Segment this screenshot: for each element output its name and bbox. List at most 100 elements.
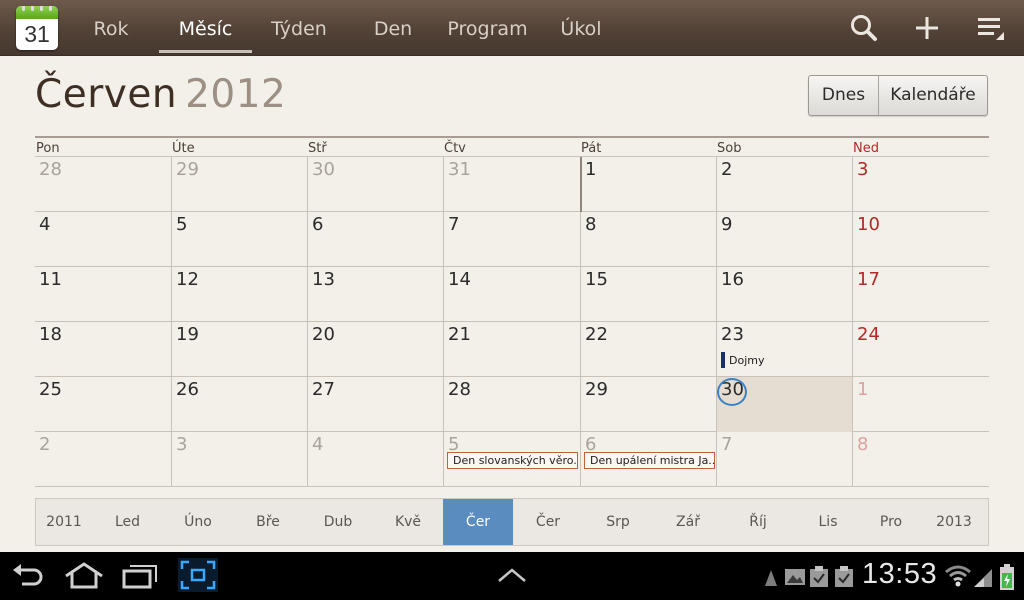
day-cell[interactable]: 17	[852, 267, 989, 322]
day-cell[interactable]: 9	[716, 212, 852, 267]
day-cell[interactable]: 19	[171, 322, 307, 377]
day-cell[interactable]: 6 Den upálení mistra Ja..	[580, 432, 716, 487]
day-cell[interactable]: 29	[580, 377, 716, 432]
month-strip-item[interactable]: 2011	[36, 499, 92, 545]
day-cell[interactable]: 5 Den slovanských věro..	[443, 432, 580, 487]
battery-icon[interactable]	[999, 563, 1015, 591]
day-cell[interactable]: 16	[716, 267, 852, 322]
day-number: 22	[585, 324, 608, 345]
month-strip-item[interactable]: Bře	[233, 499, 303, 545]
menu-icon[interactable]	[974, 12, 1006, 44]
day-cell[interactable]: 3	[852, 157, 989, 212]
day-cell[interactable]: 28	[35, 157, 171, 212]
day-cell[interactable]: 18	[35, 322, 171, 377]
month-strip-item[interactable]: Pro	[863, 499, 919, 545]
day-cell[interactable]: 5	[171, 212, 307, 267]
day-number: 14	[448, 269, 471, 290]
day-cell[interactable]: 28	[443, 377, 580, 432]
day-cell[interactable]: 15	[580, 267, 716, 322]
day-cell[interactable]: 25	[35, 377, 171, 432]
page-title: Červen 2012	[35, 72, 286, 117]
day-cell[interactable]: 30	[307, 157, 443, 212]
day-cell[interactable]: 11	[35, 267, 171, 322]
day-number: 15	[585, 269, 608, 290]
day-number: 4	[312, 434, 324, 455]
calendar-app-icon[interactable]: 31	[16, 6, 58, 50]
day-cell[interactable]: 29	[171, 157, 307, 212]
month-strip-item[interactable]: 2013	[919, 499, 989, 545]
month-strip-item[interactable]: Led	[92, 499, 163, 545]
day-cell[interactable]: 10	[852, 212, 989, 267]
day-number: 12	[176, 269, 199, 290]
day-cell[interactable]: 1	[580, 157, 716, 212]
screenshot-icon[interactable]	[178, 558, 218, 592]
holiday-event[interactable]: Den slovanských věro..	[447, 452, 578, 469]
day-cell[interactable]: 13	[307, 267, 443, 322]
day-number: 7	[448, 214, 460, 235]
day-cell[interactable]: 14	[443, 267, 580, 322]
day-cell[interactable]: 7	[716, 432, 852, 487]
month-strip-item[interactable]: Zář	[653, 499, 723, 545]
tab-program[interactable]: Program	[441, 0, 534, 56]
day-cell[interactable]: 8	[580, 212, 716, 267]
up-arrow-icon[interactable]	[496, 566, 528, 584]
back-icon[interactable]	[10, 560, 46, 592]
day-cell[interactable]: 3	[171, 432, 307, 487]
day-cell[interactable]: 22	[580, 322, 716, 377]
month-strip-item[interactable]: Srp	[583, 499, 653, 545]
day-cell[interactable]: 23 Dojmy	[716, 322, 852, 377]
notification-icon[interactable]	[763, 568, 779, 588]
month-strip-item[interactable]: Dub	[303, 499, 373, 545]
gallery-icon[interactable]	[784, 566, 806, 588]
day-number: 9	[721, 214, 733, 235]
day-cell[interactable]: 31	[443, 157, 580, 212]
tab-ukol[interactable]: Úkol	[555, 0, 607, 56]
task-icon[interactable]	[808, 565, 830, 589]
calendars-button[interactable]: Kalendáře	[879, 76, 987, 115]
day-cell[interactable]: 20	[307, 322, 443, 377]
day-cell[interactable]: 21	[443, 322, 580, 377]
week-row: 2 3 4 5 Den slovanských věro.. 6 Den upálení m…	[35, 432, 989, 487]
tab-tyden[interactable]: Týden	[262, 0, 336, 56]
day-cell[interactable]: 7	[443, 212, 580, 267]
event-title: Dojmy	[729, 354, 765, 367]
day-cell[interactable]: 30	[716, 377, 852, 432]
holiday-event[interactable]: Den upálení mistra Ja..	[584, 452, 715, 469]
day-number: 7	[721, 434, 733, 455]
day-number: 8	[857, 434, 869, 455]
month-strip-item[interactable]: Lis	[793, 499, 863, 545]
weekday-label-ute: Úte	[172, 141, 195, 156]
tab-mesic[interactable]: Měsíc	[159, 0, 252, 56]
tab-den[interactable]: Den	[364, 0, 422, 56]
day-cell[interactable]: 2	[35, 432, 171, 487]
week-row: 25 26 27 28 29 30 1	[35, 377, 989, 432]
month-strip-item[interactable]: Úno	[163, 499, 233, 545]
month-strip-item[interactable]: Kvě	[373, 499, 443, 545]
day-number: 3	[857, 159, 869, 180]
signal-icon[interactable]	[972, 565, 996, 589]
home-icon[interactable]	[62, 560, 106, 592]
month-strip-item[interactable]: Čer	[443, 499, 513, 545]
day-cell[interactable]: 26	[171, 377, 307, 432]
month-strip-item[interactable]: Říj	[723, 499, 793, 545]
tab-label: Týden	[271, 18, 327, 40]
tab-rok[interactable]: Rok	[80, 0, 142, 56]
event-item[interactable]: Dojmy	[721, 352, 764, 369]
day-cell[interactable]: 8	[852, 432, 989, 487]
day-cell[interactable]: 2	[716, 157, 852, 212]
task-done-icon[interactable]	[833, 565, 855, 589]
day-number: 20	[312, 324, 335, 345]
month-strip-item[interactable]: Čer	[513, 499, 583, 545]
day-cell[interactable]: 6	[307, 212, 443, 267]
today-button[interactable]: Dnes	[809, 76, 879, 115]
search-icon[interactable]	[848, 12, 880, 44]
day-cell[interactable]: 27	[307, 377, 443, 432]
day-cell[interactable]: 24	[852, 322, 989, 377]
day-cell[interactable]: 12	[171, 267, 307, 322]
day-cell[interactable]: 4	[307, 432, 443, 487]
add-icon[interactable]	[911, 12, 943, 44]
day-cell[interactable]: 4	[35, 212, 171, 267]
recent-apps-icon[interactable]	[120, 561, 160, 591]
day-cell[interactable]: 1	[852, 377, 989, 432]
wifi-icon[interactable]	[944, 563, 972, 589]
